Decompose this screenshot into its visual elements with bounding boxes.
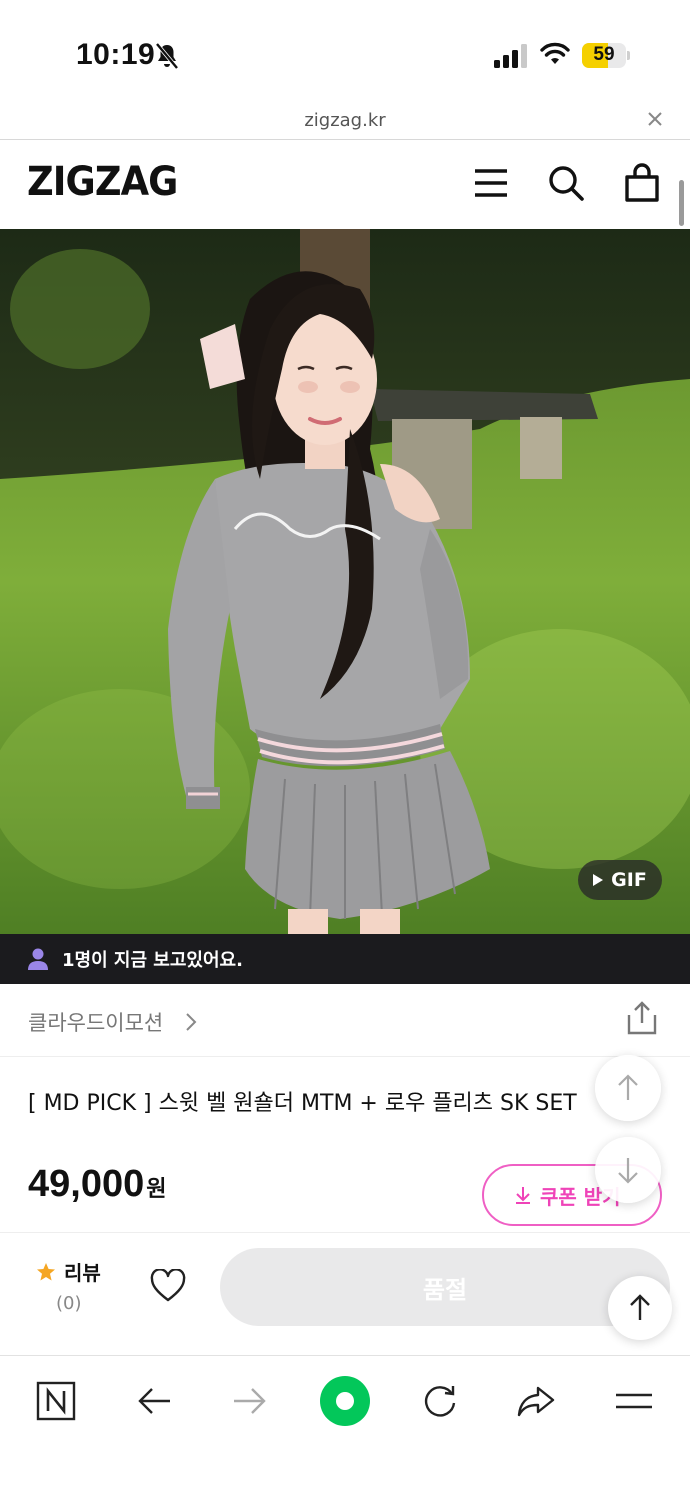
price-number: 49,000: [28, 1163, 145, 1205]
back-arrow-icon: [138, 1388, 170, 1414]
play-icon: [593, 874, 604, 886]
wifi-icon: [540, 42, 570, 64]
review-count: (0): [56, 1293, 82, 1314]
browser-url-bar[interactable]: zigzag.kr: [0, 100, 690, 140]
back-button[interactable]: [130, 1378, 178, 1424]
menu-icon[interactable]: [471, 163, 511, 203]
viewers-banner: 1명이 지금 보고있어요.: [0, 934, 690, 984]
url-text[interactable]: zigzag.kr: [0, 110, 690, 131]
gif-badge[interactable]: GIF: [578, 860, 662, 900]
zigzag-logo[interactable]: ZIGZAG: [27, 159, 178, 205]
arrow-up-icon: [618, 1074, 638, 1100]
product-price: 49,000원: [28, 1163, 166, 1206]
product-title: [ MD PICK ] 스윗 벨 원숄더 MTM + 로우 플리츠 SK SET: [28, 1091, 577, 1116]
green-dot-icon: [320, 1376, 370, 1426]
scroll-up-button[interactable]: [595, 1055, 661, 1121]
product-photo: [0, 229, 690, 934]
reload-button[interactable]: [416, 1378, 464, 1424]
gif-label: GIF: [611, 869, 647, 891]
reload-icon: [424, 1386, 456, 1417]
purchase-action-bar: 리뷰 (0) 품절: [0, 1233, 690, 1353]
share-button[interactable]: [512, 1378, 560, 1424]
scroll-indicator[interactable]: [679, 180, 684, 226]
product-hero-image[interactable]: [0, 229, 690, 934]
cellular-signal-icon: [494, 44, 527, 68]
browser-bottom-bar: [0, 1355, 690, 1500]
status-bar: 10:19 59: [0, 0, 690, 100]
scroll-top-button[interactable]: [608, 1276, 672, 1340]
review-link[interactable]: 리뷰: [36, 1257, 101, 1286]
forward-button[interactable]: [226, 1378, 274, 1424]
battery-icon: 59: [582, 43, 630, 68]
status-time: 10:19: [76, 38, 156, 71]
naver-home-icon: [36, 1381, 76, 1421]
search-icon[interactable]: [546, 163, 586, 203]
browser-menu-button[interactable]: [610, 1378, 658, 1424]
share-forward-icon: [517, 1386, 555, 1417]
heart-icon[interactable]: [150, 1269, 186, 1303]
arrow-up-icon: [630, 1294, 650, 1320]
bell-slash-icon: [155, 42, 179, 70]
app-header: ZIGZAG: [0, 141, 690, 229]
green-dot-button[interactable]: [316, 1372, 374, 1430]
download-icon: [516, 1187, 530, 1204]
forward-arrow-icon: [234, 1388, 266, 1414]
menu-lines-icon: [616, 1393, 652, 1409]
shop-row[interactable]: 클라우드이모션: [0, 985, 690, 1057]
scroll-down-button[interactable]: [595, 1137, 661, 1203]
arrow-down-icon: [618, 1158, 638, 1184]
person-icon: [28, 948, 48, 970]
viewers-text: 1명이 지금 보고있어요.: [62, 950, 243, 971]
share-icon[interactable]: [626, 1001, 658, 1035]
price-unit: 원: [146, 1177, 167, 1202]
chevron-right-icon[interactable]: [184, 1011, 198, 1033]
naver-home-button[interactable]: [32, 1378, 80, 1424]
review-label[interactable]: 리뷰: [64, 1257, 101, 1286]
close-icon[interactable]: [644, 108, 666, 130]
sold-out-button[interactable]: 품절: [220, 1248, 670, 1326]
shop-name[interactable]: 클라우드이모션: [28, 1007, 163, 1037]
battery-level: 59: [593, 44, 615, 65]
star-icon: [37, 1262, 55, 1280]
shopping-bag-icon[interactable]: [622, 163, 662, 203]
